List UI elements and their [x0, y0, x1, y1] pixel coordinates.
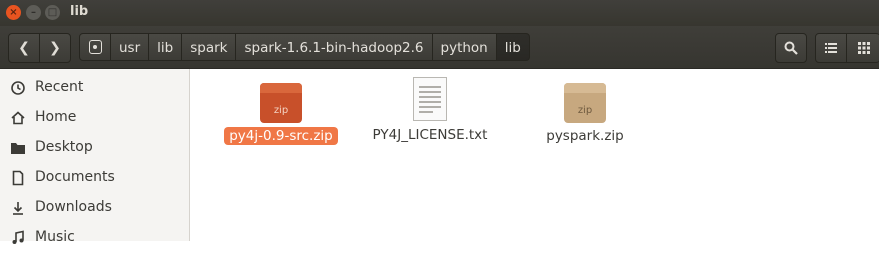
breadcrumb-item[interactable]: spark-1.6.1-bin-hadoop2.6	[236, 33, 433, 61]
minimize-window-button[interactable]: –	[26, 5, 41, 20]
zip-archive-icon: zip	[564, 83, 606, 123]
file-name: pyspark.zip	[546, 128, 624, 144]
sidebar-item-home[interactable]: Home	[0, 103, 189, 133]
breadcrumb-root-drive[interactable]	[79, 33, 111, 61]
sidebar-item-downloads[interactable]: Downloads	[0, 193, 189, 223]
breadcrumb-item[interactable]: spark	[182, 33, 237, 61]
search-icon	[784, 41, 798, 55]
sidebar-item-label: Desktop	[35, 139, 93, 155]
sidebar-item-desktop[interactable]: Desktop	[0, 133, 189, 163]
grid-view-button[interactable]	[846, 33, 879, 63]
clock-icon	[10, 80, 26, 96]
home-icon	[10, 110, 26, 126]
maximize-window-button[interactable]: □	[45, 5, 60, 20]
text-document-icon	[413, 77, 447, 121]
grid-view-icon	[857, 42, 870, 54]
sidebar-item-music[interactable]: Music	[0, 223, 189, 253]
sidebar: Recent Home Desktop Documents Downloads …	[0, 69, 190, 245]
breadcrumb-item-current[interactable]: lib	[496, 33, 530, 61]
breadcrumb-item[interactable]: python	[432, 33, 497, 61]
zip-archive-icon: zip	[260, 83, 302, 123]
zip-badge: zip	[577, 105, 593, 116]
breadcrumb-item[interactable]: usr	[111, 33, 150, 61]
sidebar-item-label: Documents	[35, 169, 115, 185]
sidebar-item-documents[interactable]: Documents	[0, 163, 189, 193]
file-name: PY4J_LICENSE.txt	[372, 127, 488, 143]
breadcrumb: usr lib spark spark-1.6.1-bin-hadoop2.6 …	[79, 33, 530, 61]
file-item[interactable]: zip pyspark.zip	[520, 83, 650, 145]
sidebar-item-label: Home	[35, 109, 77, 125]
drive-icon	[88, 40, 102, 54]
file-view: zip py4j-0.9-src.zip PY4J_LICENSE.txt zi…	[190, 69, 879, 241]
document-icon	[10, 170, 26, 186]
file-name: py4j-0.9-src.zip	[224, 127, 338, 145]
sidebar-item-label: Music	[35, 229, 75, 245]
search-button[interactable]	[775, 33, 807, 63]
zip-badge: zip	[273, 105, 289, 116]
window-title: lib	[70, 4, 89, 19]
sidebar-item-label: Recent	[35, 79, 84, 95]
close-window-button[interactable]: ×	[6, 5, 21, 20]
list-view-button[interactable]	[815, 33, 847, 63]
title-bar: × – □ lib	[0, 0, 879, 26]
download-icon	[10, 200, 26, 216]
file-item[interactable]: zip py4j-0.9-src.zip	[216, 83, 346, 145]
toolbar: ❮ ❯ usr lib spark spark-1.6.1-bin-hadoop…	[0, 26, 879, 69]
file-item[interactable]: PY4J_LICENSE.txt	[365, 77, 495, 144]
chevron-right-icon: ❯	[49, 40, 61, 56]
back-button[interactable]: ❮	[8, 33, 40, 63]
sidebar-item-recent[interactable]: Recent	[0, 73, 189, 103]
chevron-left-icon: ❮	[18, 40, 30, 56]
list-view-icon	[825, 43, 837, 53]
folder-icon	[10, 140, 26, 156]
breadcrumb-item[interactable]: lib	[149, 33, 183, 61]
sidebar-item-label: Downloads	[35, 199, 112, 215]
music-icon	[10, 230, 26, 246]
forward-button[interactable]: ❯	[39, 33, 71, 63]
